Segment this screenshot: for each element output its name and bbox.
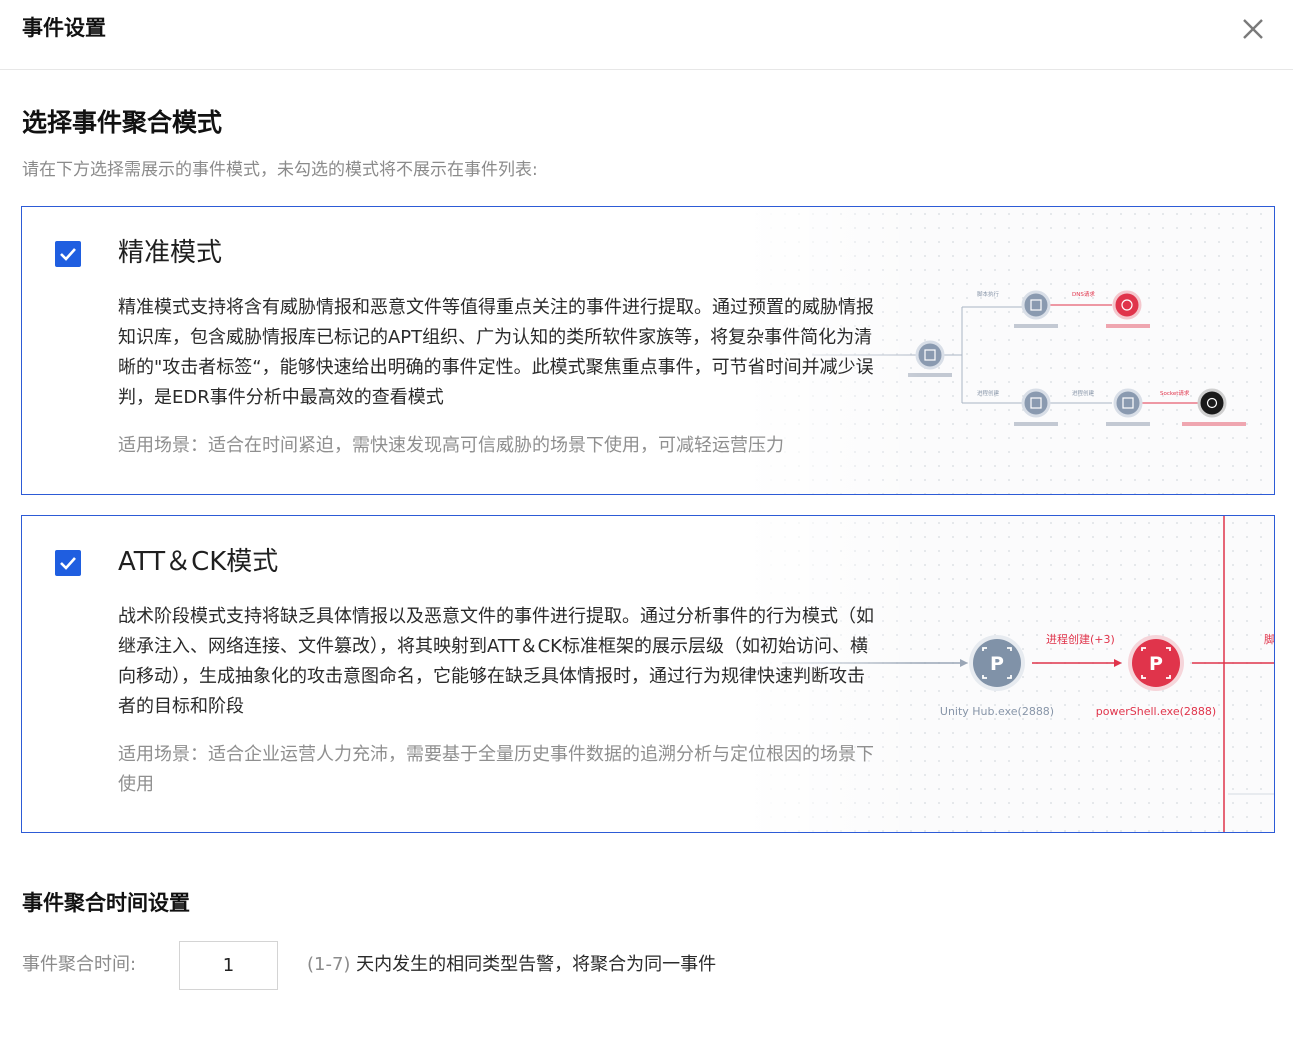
graph-node — [1021, 388, 1051, 418]
aggregation-time-hint: (1-7) 天内发生的相同类型告警，将聚合为同一事件 — [307, 950, 716, 980]
aggregation-time-range: (1-7) — [307, 954, 351, 975]
attck-mode-scenario: 适用场景：适合企业运营人力充沛，需要基于全量历史事件数据的追溯分析与定位根因的场… — [118, 744, 874, 795]
graph-node — [1021, 290, 1051, 320]
precise-mode-title: 精准模式 — [118, 238, 223, 268]
aggregation-time-hint-text: 天内发生的相同类型告警，将聚合为同一事件 — [350, 954, 717, 975]
graph-edge-label: 进程创建 — [1072, 389, 1095, 397]
graph-node — [1112, 290, 1142, 320]
precise-mode-scenario: 适用场景：适合在时间紧迫，需快速发现高可信威胁的场景下使用，可减轻运营压力 — [118, 435, 784, 456]
precise-mode-description: 精准模式支持将含有威胁情报和恶意文件等值得重点关注的事件进行提取。通过预置的威胁… — [118, 297, 874, 408]
aggregation-mode-subtitle: 请在下方选择需展示的事件模式，未勾选的模式将不展示在事件列表: — [22, 160, 538, 180]
graph-node-unityhub: P — [969, 635, 1025, 691]
aggregation-mode-title: 选择事件聚合模式 — [22, 108, 223, 137]
attck-mode-checkbox[interactable] — [55, 550, 81, 576]
attck-mode-title: ATT＆CK模式 — [118, 547, 279, 577]
graph-cut-label: 脚 — [1264, 632, 1275, 646]
dialog-title: 事件设置 — [22, 16, 106, 40]
close-icon[interactable] — [1236, 12, 1270, 46]
graph-node-icon-text: P — [1149, 653, 1163, 675]
graph-edge-label: DNS请求 — [1072, 290, 1095, 298]
graph-edge-label: 进程创建 — [977, 389, 1000, 397]
dialog-header: 事件设置 — [0, 0, 1293, 70]
graph-node-label: powerShell.exe(2888) — [1096, 705, 1216, 718]
precise-mode-checkbox[interactable] — [55, 241, 81, 267]
aggregation-time-label: 事件聚合时间: — [22, 954, 137, 975]
graph-node-label: Unity Hub.exe(2888) — [940, 705, 1054, 718]
graph-node-icon-text: P — [990, 653, 1004, 675]
graph-edge-label: Socket请求 — [1160, 389, 1190, 397]
graph-edge-label: 脚本执行 — [977, 290, 1000, 298]
graph-node — [1197, 388, 1227, 418]
graph-node — [1113, 388, 1143, 418]
attck-mode-description: 战术阶段模式支持将缺乏具体情报以及恶意文件的事件进行提取。通过分析事件的行为模式… — [118, 606, 874, 717]
graph-node-powershell: P — [1128, 635, 1184, 691]
mode-card-attck[interactable]: 进程创建(+3) 脚 P P Unity Hub.exe(2888) power… — [21, 515, 1275, 833]
graph-edge-label: 进程创建(+3) — [1046, 632, 1115, 646]
event-settings-dialog: 事件设置 选择事件聚合模式 请在下方选择需展示的事件模式，未勾选的模式将不展示在… — [0, 0, 1293, 1037]
aggregation-time-title: 事件聚合时间设置 — [22, 891, 190, 915]
aggregation-time-input[interactable] — [179, 941, 278, 990]
mode-card-precise[interactable]: 脚本执行 进程创建 进程创建 DNS请求 Socket请求 精准模式 精准模式支… — [21, 206, 1275, 495]
